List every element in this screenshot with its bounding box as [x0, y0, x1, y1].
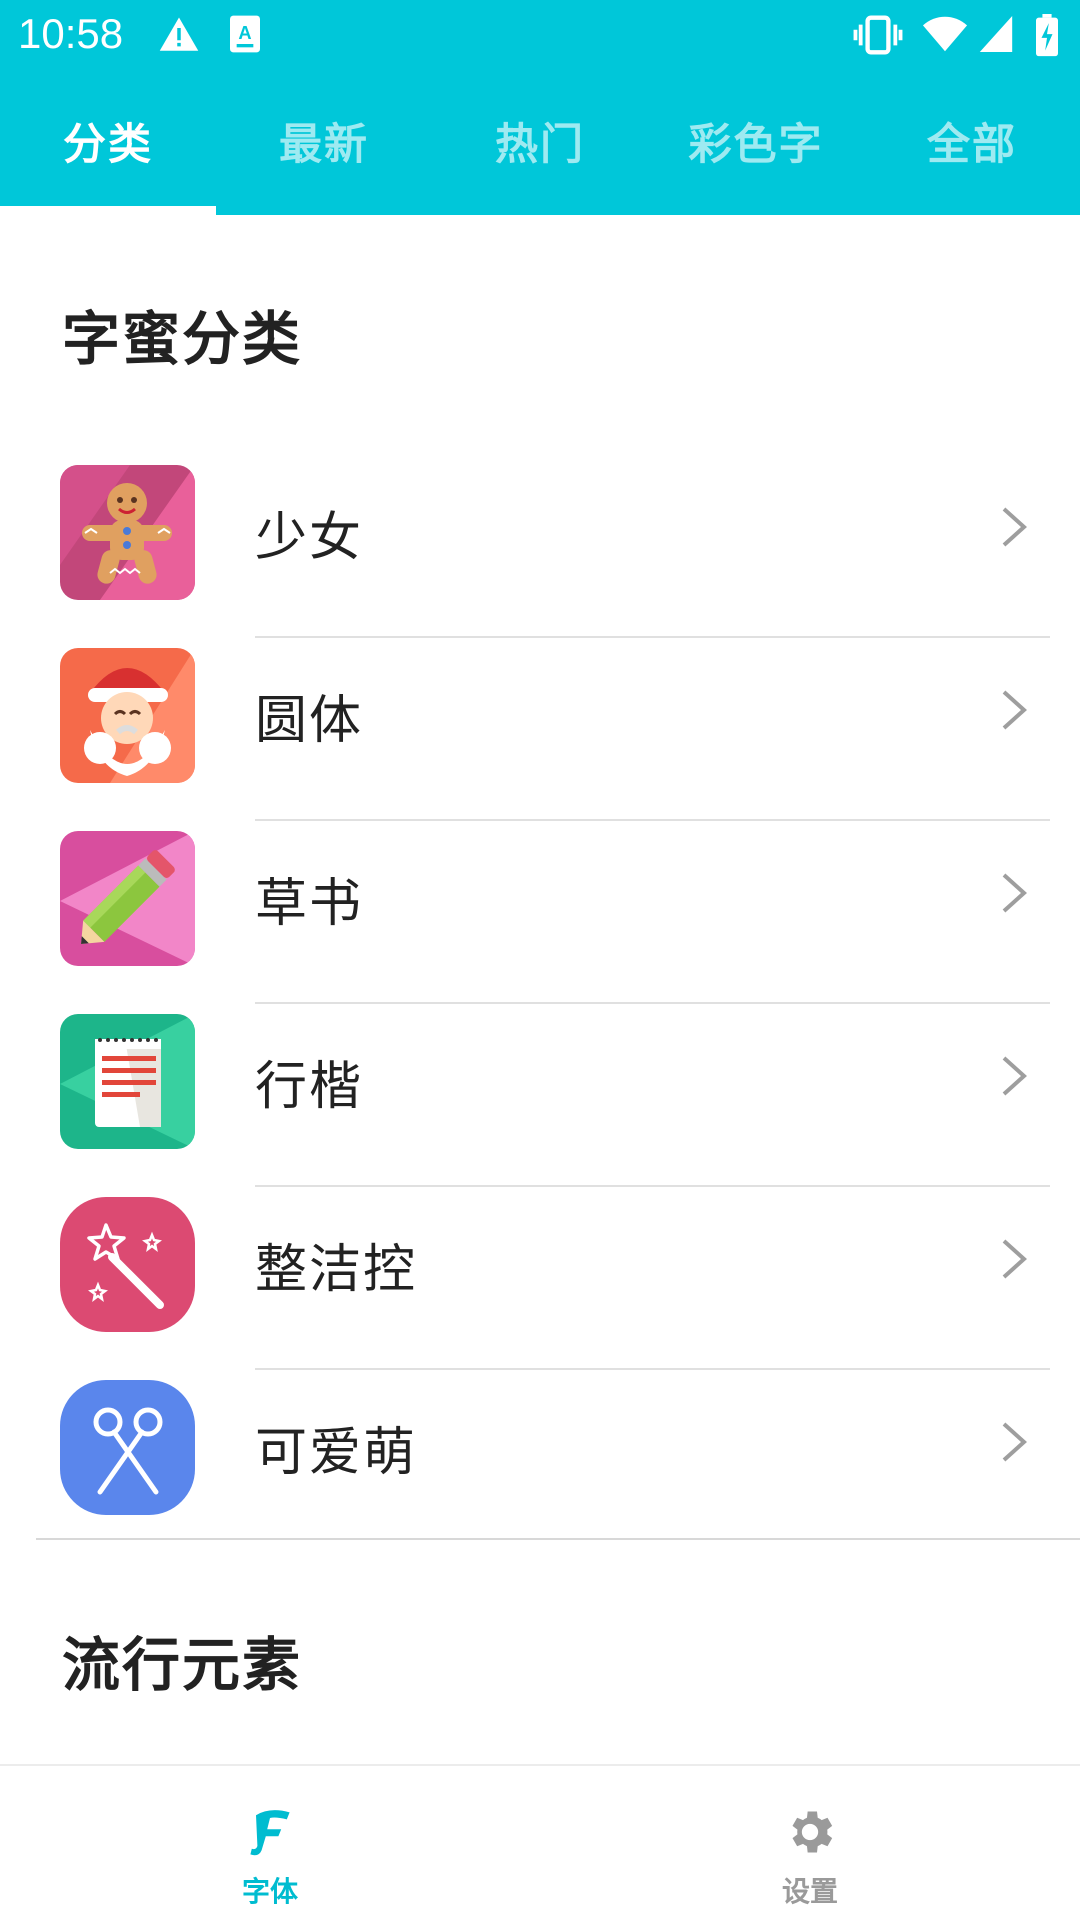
- top-app-bar: 10:58 A 分类 最新 热门 彩色字 全部: [0, 0, 1080, 215]
- section-divider: [36, 1538, 1080, 1540]
- category-list: 少女 圆体 草书 行楷 整洁控 可爱萌: [0, 455, 1080, 1553]
- category-label: 整洁控: [255, 1240, 418, 1300]
- pencil-icon: [60, 831, 195, 966]
- svg-text:A: A: [238, 22, 251, 43]
- chevron-right-icon: [1000, 688, 1028, 736]
- tab-popular[interactable]: 热门: [432, 100, 648, 215]
- category-label: 行楷: [255, 1057, 364, 1117]
- magic-wand-icon: [60, 1197, 195, 1332]
- section-title-trends: 流行元素: [62, 1631, 303, 1699]
- tab-category[interactable]: 分类: [0, 100, 216, 215]
- vibrate-icon: [852, 14, 904, 60]
- bottom-navigation: 字体 设置: [0, 1764, 1080, 1920]
- category-label: 草书: [255, 874, 364, 934]
- chevron-right-icon: [1000, 1054, 1028, 1102]
- category-item-cursive[interactable]: 草书: [0, 821, 1080, 1004]
- category-label: 少女: [255, 508, 364, 568]
- nav-label-settings: 设置: [781, 1875, 838, 1908]
- category-item-running-script[interactable]: 行楷: [0, 1004, 1080, 1187]
- category-item-round[interactable]: 圆体: [0, 638, 1080, 821]
- status-time: 10:58: [18, 10, 124, 57]
- battery-charging-icon: [1034, 14, 1060, 62]
- gear-icon: [782, 1811, 838, 1864]
- category-item-neat[interactable]: 整洁控: [0, 1187, 1080, 1370]
- nav-settings[interactable]: 设置: [540, 1766, 1080, 1920]
- category-item-girl[interactable]: 少女: [0, 455, 1080, 638]
- nav-fonts[interactable]: 字体: [0, 1766, 540, 1920]
- category-label: 圆体: [255, 691, 364, 751]
- section-title-categories: 字蜜分类: [62, 305, 303, 373]
- scissors-icon: [60, 1380, 195, 1515]
- signal-icon: [978, 14, 1014, 58]
- keyboard-a-icon: A: [228, 14, 262, 58]
- tab-color-font[interactable]: 彩色字: [648, 100, 864, 215]
- status-bar: 10:58 A: [0, 0, 1080, 72]
- notepad-icon: [60, 1014, 195, 1149]
- tab-all[interactable]: 全部: [864, 100, 1080, 215]
- tab-latest[interactable]: 最新: [216, 100, 432, 215]
- chevron-right-icon: [1000, 871, 1028, 919]
- gingerbread-icon: [60, 465, 195, 600]
- nav-label-fonts: 字体: [241, 1875, 298, 1908]
- chevron-right-icon: [1000, 505, 1028, 553]
- wifi-icon: [922, 14, 968, 58]
- santa-icon: [60, 648, 195, 783]
- category-tabs: 分类 最新 热门 彩色字 全部: [0, 100, 1080, 215]
- chevron-right-icon: [1000, 1237, 1028, 1285]
- category-item-cute[interactable]: 可爱萌: [0, 1370, 1080, 1553]
- category-label: 可爱萌: [255, 1423, 418, 1483]
- warning-icon: [158, 14, 200, 60]
- font-f-icon: [242, 1810, 298, 1864]
- chevron-right-icon: [1000, 1420, 1028, 1468]
